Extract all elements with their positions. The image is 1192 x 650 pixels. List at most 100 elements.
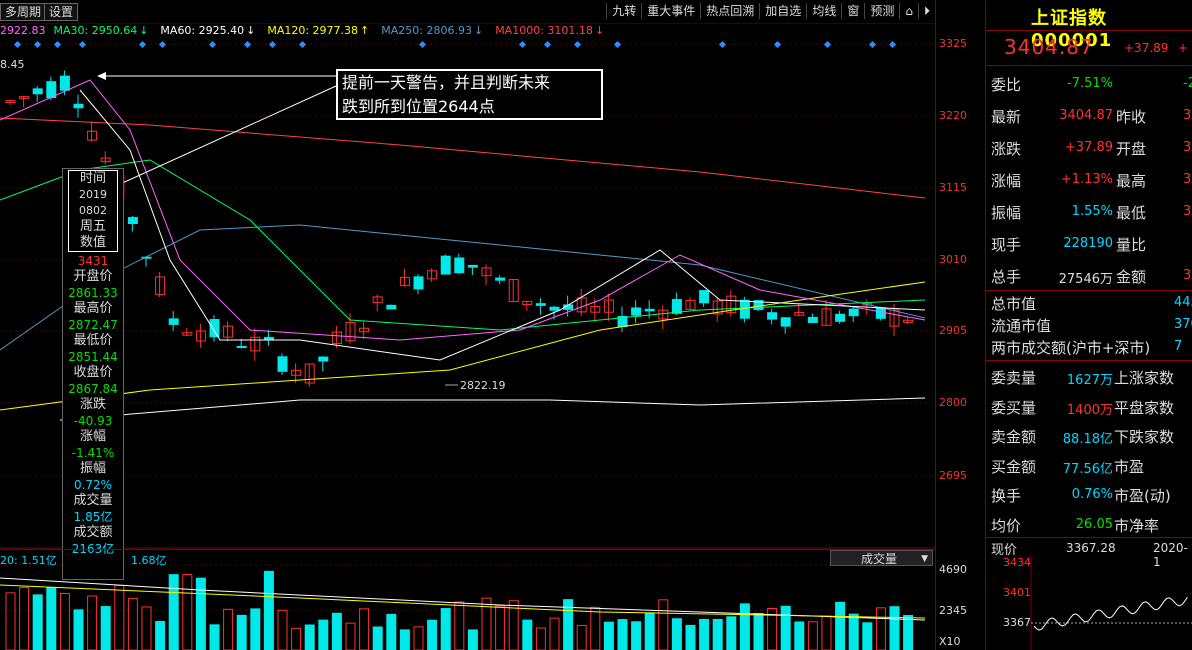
- signal-diamond: [33, 40, 42, 49]
- order-key: 均价: [991, 516, 1022, 535]
- signal-diamond: [888, 40, 897, 49]
- info-close: 2867.84: [68, 382, 118, 396]
- volume-bar: [209, 624, 220, 650]
- arrow-down-icon: ↓: [594, 24, 605, 37]
- lock-icon[interactable]: ⌂: [899, 3, 918, 19]
- annotation-line1: 提前一天警告，并且判断未来: [342, 73, 551, 92]
- info-date: 0802: [79, 204, 107, 217]
- ma1000-line: [0, 117, 926, 199]
- quote-value: +1.13%: [1060, 172, 1113, 187]
- toolbar-item-5[interactable]: 窗: [841, 3, 864, 19]
- volume-bar: [73, 609, 84, 650]
- volume-bar: [821, 615, 832, 650]
- order-key: 委买量: [991, 398, 1037, 417]
- volume-bar: [318, 619, 329, 650]
- quote-value2: 3: [1183, 108, 1192, 123]
- market-value: 370: [1174, 317, 1192, 332]
- volume-bar: [576, 624, 587, 650]
- info-open-label: 开盘价: [73, 269, 113, 284]
- volume-bar: [127, 597, 138, 650]
- vol-tick: 4690: [939, 563, 967, 576]
- mini-tick: 3367: [1003, 616, 1031, 629]
- candle-info-box: 时间 2019 0802 周五 数值 3431 开盘价 2861.33 最高价 …: [62, 168, 124, 580]
- volume-bar: [590, 606, 601, 650]
- info-pct-label: 涨幅: [79, 429, 106, 444]
- vol-ma-left: 20: 1.51亿: [0, 554, 57, 567]
- order-key2: 下跌家数: [1114, 428, 1175, 446]
- volume-bar: [889, 606, 900, 650]
- volume-bar: [100, 606, 111, 650]
- candle-body: [32, 88, 43, 95]
- candle-body: [767, 312, 778, 320]
- toolbar-item-2[interactable]: 热点回溯: [700, 3, 759, 19]
- volume-bar: [19, 587, 30, 650]
- ma-short2-line: [79, 89, 926, 361]
- info-close-label: 收盘价: [73, 365, 113, 380]
- volume-bar: [875, 607, 886, 650]
- info-weekday: 周五: [79, 219, 106, 234]
- quote-row: 总手 27546万 金额 3: [986, 260, 1192, 290]
- ma-legend-text: MA1000: 3101.18: [495, 24, 593, 37]
- ma-legend-text: 2922.83: [0, 24, 46, 37]
- signal-diamond: [138, 40, 147, 49]
- candle-body: [127, 217, 138, 225]
- volume-bar: [835, 601, 846, 650]
- toolbar-right-menu: 九转 重大事件 热点回溯 加自选 均线窗预测 ⌂ ⏵: [606, 3, 935, 19]
- quote-row: 涨幅 +1.13% 最高 3: [986, 164, 1192, 194]
- ma-legend-row: 2922.83 MA30: 2950.64 ↓ MA60: 2925.40 ↓ MA120…: [0, 24, 616, 40]
- volume-bar: [780, 605, 791, 650]
- order-row: 均价 26.05 市净率: [986, 509, 1192, 539]
- quote-value: 228190: [1063, 236, 1113, 251]
- volume-bar: [5, 592, 16, 650]
- chart-toolbar: 多周期 设置 九转 重大事件 热点回溯 加自选 均线窗预测 ⌂ ⏵: [0, 0, 935, 24]
- info-amp-label: 振幅: [79, 461, 106, 476]
- expand-icon[interactable]: ⏵: [917, 3, 935, 19]
- index-price: 3404.87: [1004, 35, 1094, 59]
- candle-body: [46, 81, 57, 99]
- toolbar-item-4[interactable]: 均线: [806, 3, 841, 19]
- info-vol-label: 成交量: [73, 493, 113, 508]
- signal-diamond: [78, 40, 87, 49]
- volume-bar: [631, 621, 642, 650]
- y-tick: 2905: [939, 324, 967, 337]
- candle-body: [807, 316, 818, 323]
- volume-bar: [603, 621, 614, 650]
- ma-legend-item: MA250: 2806.93 ↓: [381, 24, 489, 37]
- quote-row: 委比 -7.51% -2: [986, 68, 1192, 98]
- quote-value: +37.89: [1064, 140, 1113, 155]
- toolbar-item-6[interactable]: 预测: [864, 3, 899, 19]
- y-tick: 2800: [939, 396, 967, 409]
- multi-period-button[interactable]: 多周期: [0, 3, 47, 21]
- annotation-box: 提前一天警告，并且判断未来 跌到所到位置2644点: [336, 69, 603, 120]
- arrow-down-icon: ↓: [473, 24, 484, 37]
- signal-diamond: [718, 40, 727, 49]
- arrow-down-icon: ↓: [139, 24, 149, 37]
- market-key: 流通市值: [991, 317, 1052, 335]
- volume-header: 20: 1.51亿 1.68亿: [0, 549, 935, 568]
- quote-value2: 3: [1183, 172, 1192, 187]
- signal-diamond: [823, 40, 832, 49]
- volume-select-label: 成交量: [861, 552, 898, 566]
- volume-bar: [903, 614, 914, 650]
- signal-diamond: [543, 40, 552, 49]
- quote-row: 现手 228190 量比: [986, 228, 1192, 258]
- toolbar-item-3[interactable]: 加自选: [759, 3, 806, 19]
- volume-bar: [345, 622, 356, 650]
- info-chg-label: 涨跌: [79, 397, 106, 412]
- toolbar-item-1[interactable]: 重大事件: [641, 3, 700, 19]
- volume-indicator-select[interactable]: 成交量 ▼: [830, 550, 933, 566]
- settings-button[interactable]: 设置: [44, 3, 79, 21]
- volume-bar: [182, 574, 193, 650]
- ma60-line: [59, 397, 926, 421]
- ma-legend-text: MA250: 2806.93: [381, 24, 472, 37]
- candle-body: [73, 103, 84, 109]
- order-key: 委卖量: [991, 369, 1037, 387]
- order-key: 卖金额: [991, 428, 1037, 446]
- arrow-down-icon: ↓: [246, 24, 256, 37]
- candle-body: [277, 356, 288, 372]
- volume-bar: [304, 624, 315, 650]
- quote-key2: 最高: [1116, 172, 1147, 190]
- volume-bar: [114, 584, 125, 650]
- toolbar-item-0[interactable]: 九转: [606, 3, 641, 19]
- candle-body: [413, 276, 424, 290]
